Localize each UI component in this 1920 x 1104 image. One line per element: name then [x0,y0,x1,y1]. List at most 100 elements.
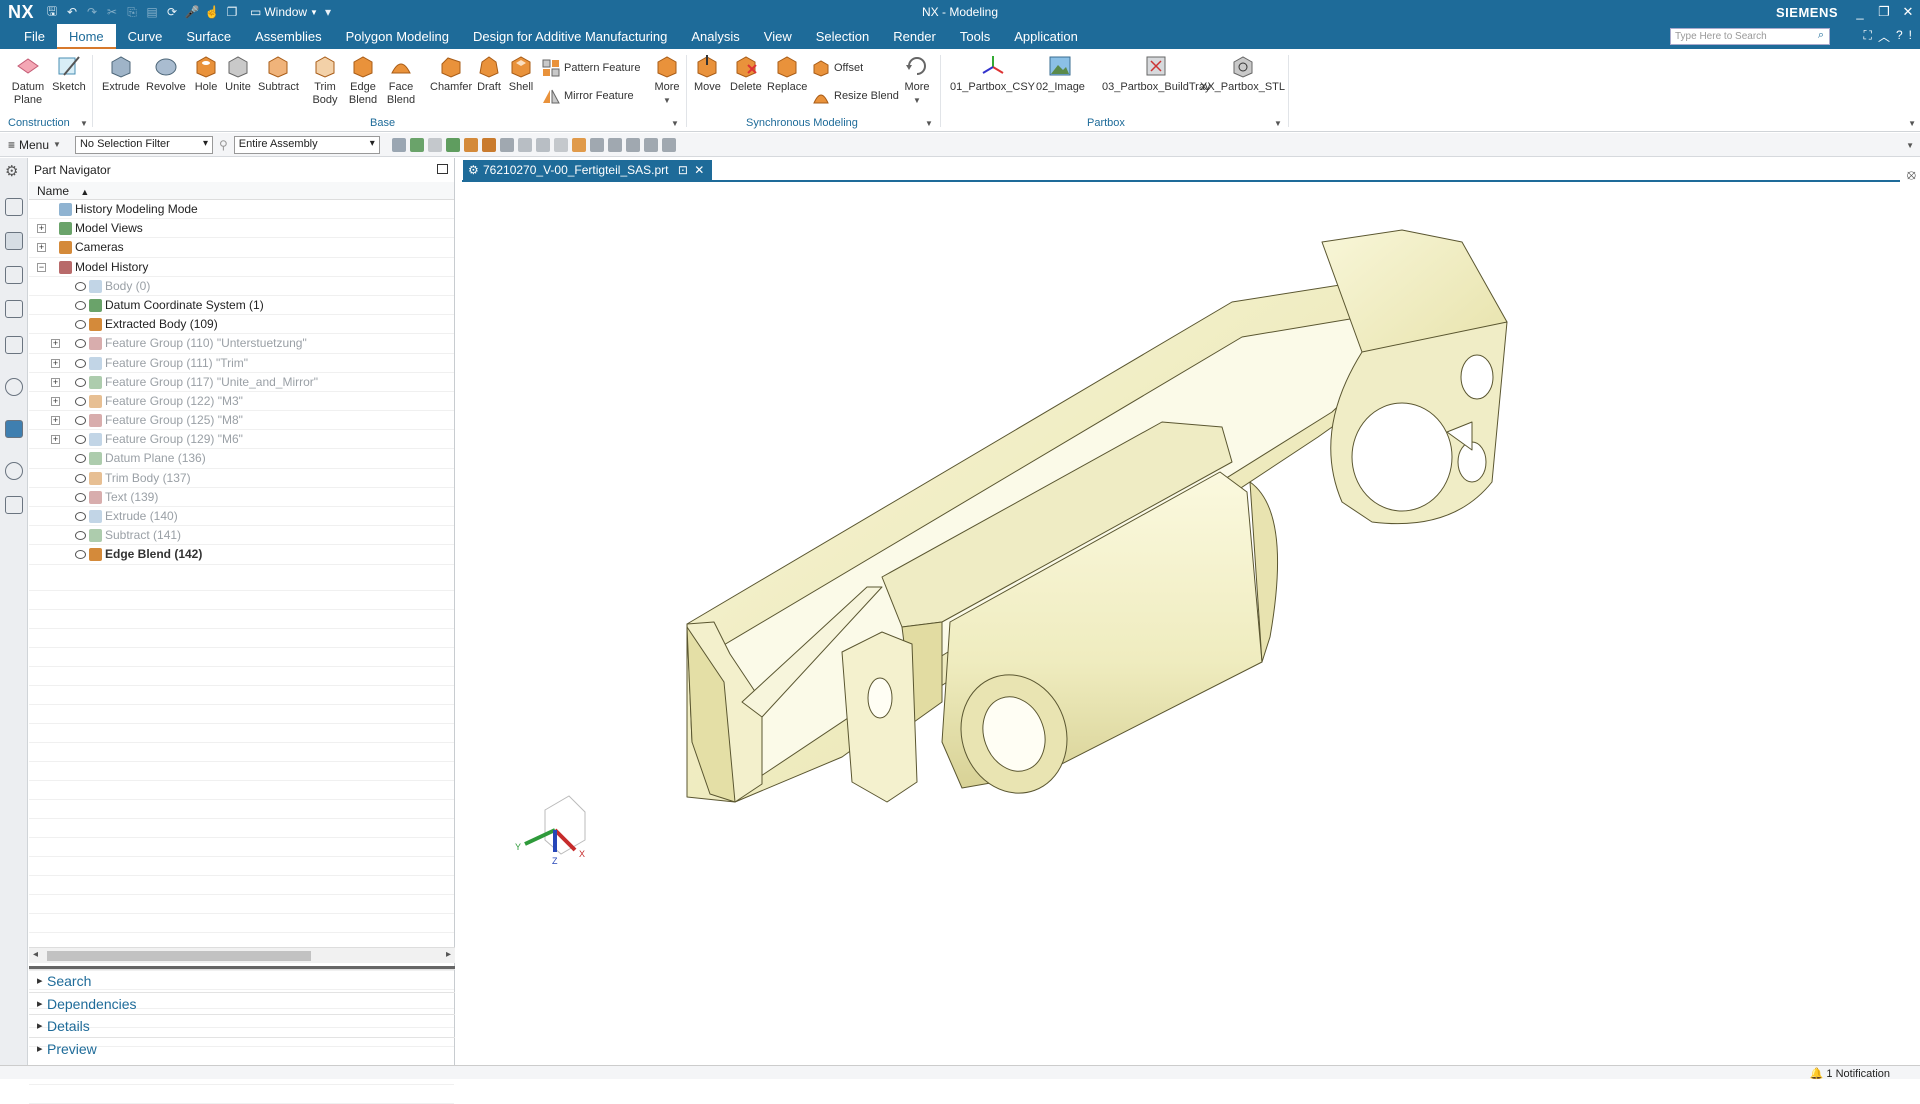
tree-row[interactable]: Extrude (140) [29,507,454,527]
fullscreen-icon[interactable]: ⛶ [1864,28,1872,45]
cut-icon[interactable]: ✂ [102,2,122,22]
close-button[interactable]: ✕ [1896,0,1920,24]
repeat-command-icon[interactable]: ⟳ [162,2,182,22]
graphics-window[interactable]: Y X Z [462,182,1920,1065]
filter-icon[interactable]: ⚲ [219,138,228,152]
collapse-ribbon-icon[interactable]: ︿ [1878,28,1890,45]
tree-row[interactable]: + Feature Group (125) "M8" [29,411,454,431]
chevron-down-icon[interactable]: ▼ [1274,119,1282,128]
visibility-icon[interactable] [75,396,86,406]
pencil-icon[interactable] [427,137,442,152]
maximize-icon[interactable] [437,164,448,174]
resize-blend-button[interactable]: Resize Blend [812,87,899,105]
select-component-icon[interactable] [499,137,514,152]
visibility-icon[interactable] [75,454,86,464]
tab-render[interactable]: Render [881,24,948,49]
partbox-stl-button[interactable]: XX_Partbox_STL [1200,53,1285,94]
constraint-navigator-icon[interactable] [5,266,23,284]
help-icon[interactable]: ? [1896,28,1903,45]
subtract-button[interactable]: Subtract [258,53,299,94]
chevron-down-icon[interactable]: ▼ [671,119,679,128]
window-menu[interactable]: ▭ Window ▼ [250,5,318,19]
alert-icon[interactable]: ! [1909,28,1912,45]
details-panel[interactable]: Details [29,1014,455,1037]
draft-button[interactable]: Draft [476,53,502,94]
ribbon-options-icon[interactable]: ▼ [1908,119,1916,128]
expand-icon[interactable]: + [51,416,60,426]
tab-selection[interactable]: Selection [804,24,881,49]
tab-additive-manufacturing[interactable]: Design for Additive Manufacturing [461,24,679,49]
visibility-icon[interactable] [75,473,86,483]
preview-panel[interactable]: Preview [29,1036,455,1059]
tree-row[interactable]: Datum Plane (136) [29,449,454,469]
expand-icon[interactable]: + [37,224,46,234]
tree-row[interactable]: + Feature Group (111) "Trim" [29,354,454,373]
restore-button[interactable]: ❐ [1872,0,1896,24]
scrollbar-thumb[interactable] [47,951,311,961]
tab-analysis[interactable]: Analysis [679,24,751,49]
tab-file[interactable]: File [12,24,57,49]
expand-icon[interactable]: + [51,435,60,445]
selection-scope-dropdown[interactable]: Entire Assembly [233,135,380,154]
visibility-icon[interactable] [75,358,86,368]
select-edge-icon[interactable] [481,137,496,152]
microphone-icon[interactable]: 🎤 [182,2,202,22]
expand-icon[interactable]: + [51,377,60,387]
revolve-button[interactable]: Revolve [146,53,186,94]
select-feature-icon[interactable] [409,137,424,152]
command-search-input[interactable]: Type Here to Search [1670,28,1830,45]
search-panel[interactable]: Search [29,969,455,992]
snap-mid-icon[interactable] [625,137,640,152]
tab-home[interactable]: Home [56,24,116,49]
hd3d-tools-icon[interactable] [5,336,23,354]
sketch-button[interactable]: Sketch [50,53,88,94]
assembly-navigator-icon[interactable] [5,198,23,216]
offset-region-button[interactable]: Offset [812,59,863,77]
view-triad[interactable]: Y X Z [515,795,586,866]
sync-more-button[interactable]: More ▼ [904,53,930,107]
datum-plane-button[interactable]: Datum Plane [8,53,48,107]
visibility-icon[interactable] [75,377,86,387]
expand-icon[interactable]: + [37,243,46,253]
snap-end-icon[interactable] [607,137,622,152]
tab-assemblies[interactable]: Assemblies [243,24,333,49]
replace-face-button[interactable]: Replace [767,53,807,94]
tree-row[interactable]: + Feature Group (117) "Unite_and_Mirror" [29,373,454,392]
expand-icon[interactable]: + [51,339,60,349]
selection-filter-dropdown[interactable]: No Selection Filter [74,135,213,154]
quick-pick-icon[interactable] [571,137,586,152]
paste-icon[interactable]: ▤ [142,2,162,22]
tab-view[interactable]: View [752,24,804,49]
chevron-down-icon[interactable]: ▼ [925,119,933,128]
base-more-button[interactable]: More ▼ [654,53,680,107]
tree-row[interactable]: − Model History [29,258,454,277]
extrude-button[interactable]: Extrude [102,53,140,94]
tree-row[interactable]: + Feature Group (122) "M3" [29,392,454,412]
visibility-icon[interactable] [75,492,86,502]
menu-button[interactable]: ≡ Menu ▼ [0,138,69,152]
tree-row[interactable]: Edge Blend (142) [29,545,454,565]
move-face-button[interactable]: Move [694,53,721,94]
globe-icon[interactable] [5,420,23,438]
mirror-feature-button[interactable]: Mirror Feature [542,87,634,105]
view-triad-toggle-icon[interactable]: ⦻ [1907,166,1916,183]
tab-surface[interactable]: Surface [174,24,243,49]
tree-row[interactable]: Datum Coordinate System (1) [29,296,454,316]
redo-icon[interactable]: ↷ [82,2,102,22]
name-column-header[interactable]: Name ▲ [29,182,454,200]
tree-row[interactable]: + Feature Group (129) "M6" [29,430,454,450]
chevron-down-icon[interactable]: ▼ [80,119,88,128]
unite-button[interactable]: Unite [225,53,251,94]
pin-icon[interactable]: ⊡ [678,163,688,177]
delete-face-button[interactable]: Delete [730,53,762,94]
part-model[interactable]: Y X Z [462,182,1920,1065]
copy-icon[interactable]: ⎘ [122,2,142,22]
face-blend-button[interactable]: Face Blend [384,53,418,107]
history-icon[interactable] [5,462,23,480]
collapse-icon[interactable]: − [37,262,46,272]
select-all-icon[interactable] [589,137,604,152]
snap-center-icon[interactable] [643,137,658,152]
tree-row[interactable]: + Feature Group (110) "Unterstuetzung" [29,334,454,354]
hole-button[interactable]: Hole [193,53,219,94]
part-navigator-icon[interactable] [5,232,23,250]
